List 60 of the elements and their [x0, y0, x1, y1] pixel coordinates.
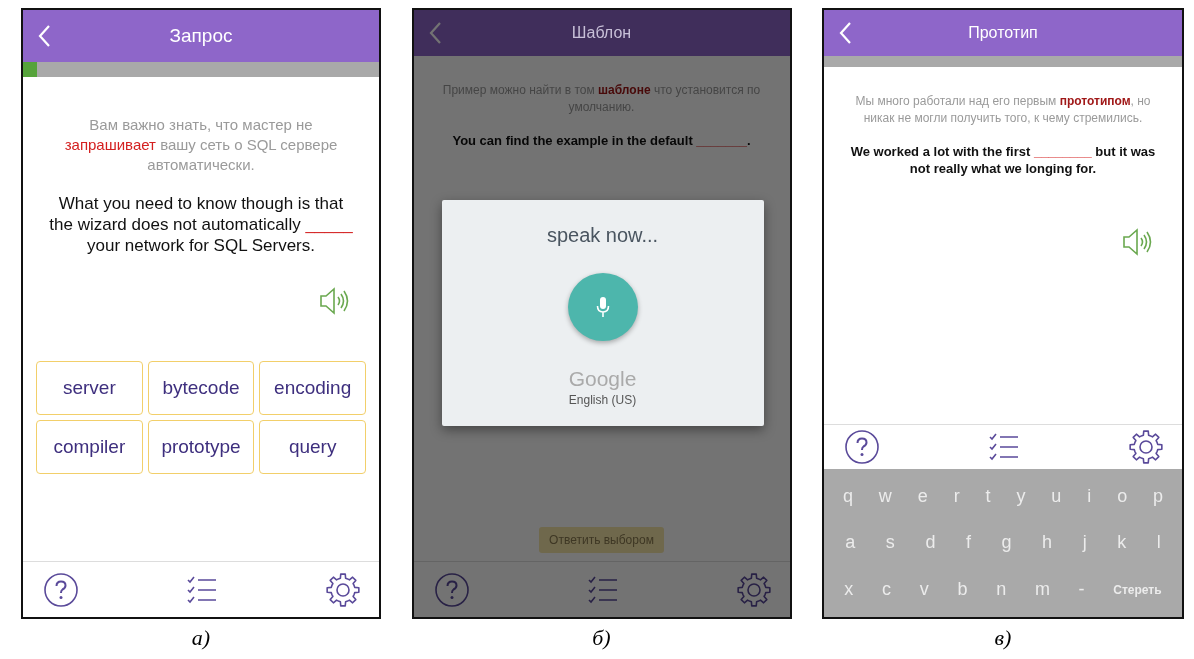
keyboard-key[interactable]: c [876, 577, 898, 603]
help-icon[interactable] [433, 571, 470, 608]
keyboard-key[interactable]: j [1076, 530, 1093, 556]
help-icon[interactable] [43, 571, 79, 608]
keyboard-key[interactable]: v [913, 577, 935, 603]
keyboard-key[interactable]: x [838, 577, 860, 603]
screen-title: Шаблон [571, 24, 632, 42]
keyboard-key[interactable]: q [836, 483, 859, 509]
keyboard-key[interactable]: a [839, 530, 862, 556]
answer-option[interactable]: prototype [147, 420, 255, 474]
answer-option[interactable]: encoding [259, 361, 366, 415]
screen-title: Прототип [968, 24, 1038, 42]
exercise-sentence: We worked a lot with the first ________ but it was not really what we longing for. [849, 143, 1157, 177]
keyboard-key[interactable]: o [1111, 483, 1134, 509]
settings-icon[interactable] [735, 571, 772, 608]
keyboard-key[interactable]: f [959, 530, 977, 556]
answer-option[interactable]: server [36, 361, 143, 415]
figure-caption: в) [994, 625, 1012, 651]
settings-icon[interactable] [1128, 429, 1164, 465]
keyboard-key[interactable]: n [990, 577, 1013, 603]
keyboard-key[interactable]: h [1036, 530, 1059, 556]
keyboard-key[interactable]: s [879, 530, 901, 556]
keyboard-key[interactable]: y [1010, 483, 1032, 509]
keyboard-key[interactable]: r [947, 483, 966, 509]
back-icon[interactable] [37, 24, 51, 48]
checklist-icon[interactable] [988, 432, 1020, 462]
keyboard-key[interactable]: b [951, 577, 974, 603]
keyboard-key[interactable]: t [979, 483, 997, 509]
keyboard-key[interactable]: d [919, 530, 942, 556]
speak-prompt: speak now... [546, 224, 659, 247]
settings-icon[interactable] [325, 571, 361, 608]
keyboard-key[interactable]: l [1150, 530, 1167, 556]
back-icon[interactable] [838, 21, 852, 45]
answer-option[interactable]: bytecode [147, 361, 255, 415]
translation-text: Мы много работали над его первым прототипом, но никак не могли получить того, к чему стремились. [854, 93, 1152, 127]
answer-option[interactable]: query [259, 420, 366, 474]
erase-key[interactable]: Стереть [1107, 580, 1168, 599]
checklist-icon[interactable] [586, 574, 619, 605]
back-icon[interactable] [427, 21, 442, 45]
keyboard-key[interactable]: m [1028, 577, 1056, 603]
keyboard-key[interactable]: - [1072, 577, 1091, 603]
keyboard-key[interactable]: e [911, 483, 934, 509]
keyboard-key[interactable]: p [1147, 483, 1170, 509]
keyboard-key[interactable]: k [1111, 530, 1133, 556]
keyboard-key[interactable]: g [995, 530, 1018, 556]
checklist-icon[interactable] [186, 574, 218, 605]
exercise-sentence: What you need to know though is that the wizard does not automatically _____ your network for SQL Servers. [49, 193, 353, 256]
keyboard-key[interactable]: w [872, 483, 898, 509]
help-icon[interactable] [844, 429, 880, 465]
brand-label: Google [568, 367, 637, 391]
exercise-sentence: You can find the example in the default _______. [451, 132, 752, 149]
keyboard-key[interactable]: u [1045, 483, 1068, 509]
screen-title: Запрос [169, 25, 233, 47]
keyboard-key[interactable]: i [1081, 483, 1098, 509]
figure-caption: а) [191, 625, 211, 651]
figure-caption: б) [592, 625, 611, 651]
translation-text: Вам важно знать, что мастер не запрашивает вашу сеть о SQL сервере автоматически. [63, 115, 339, 175]
answer-option[interactable]: compiler [36, 420, 143, 474]
microphone-icon [595, 296, 610, 318]
language-label: English (US) [568, 393, 637, 407]
